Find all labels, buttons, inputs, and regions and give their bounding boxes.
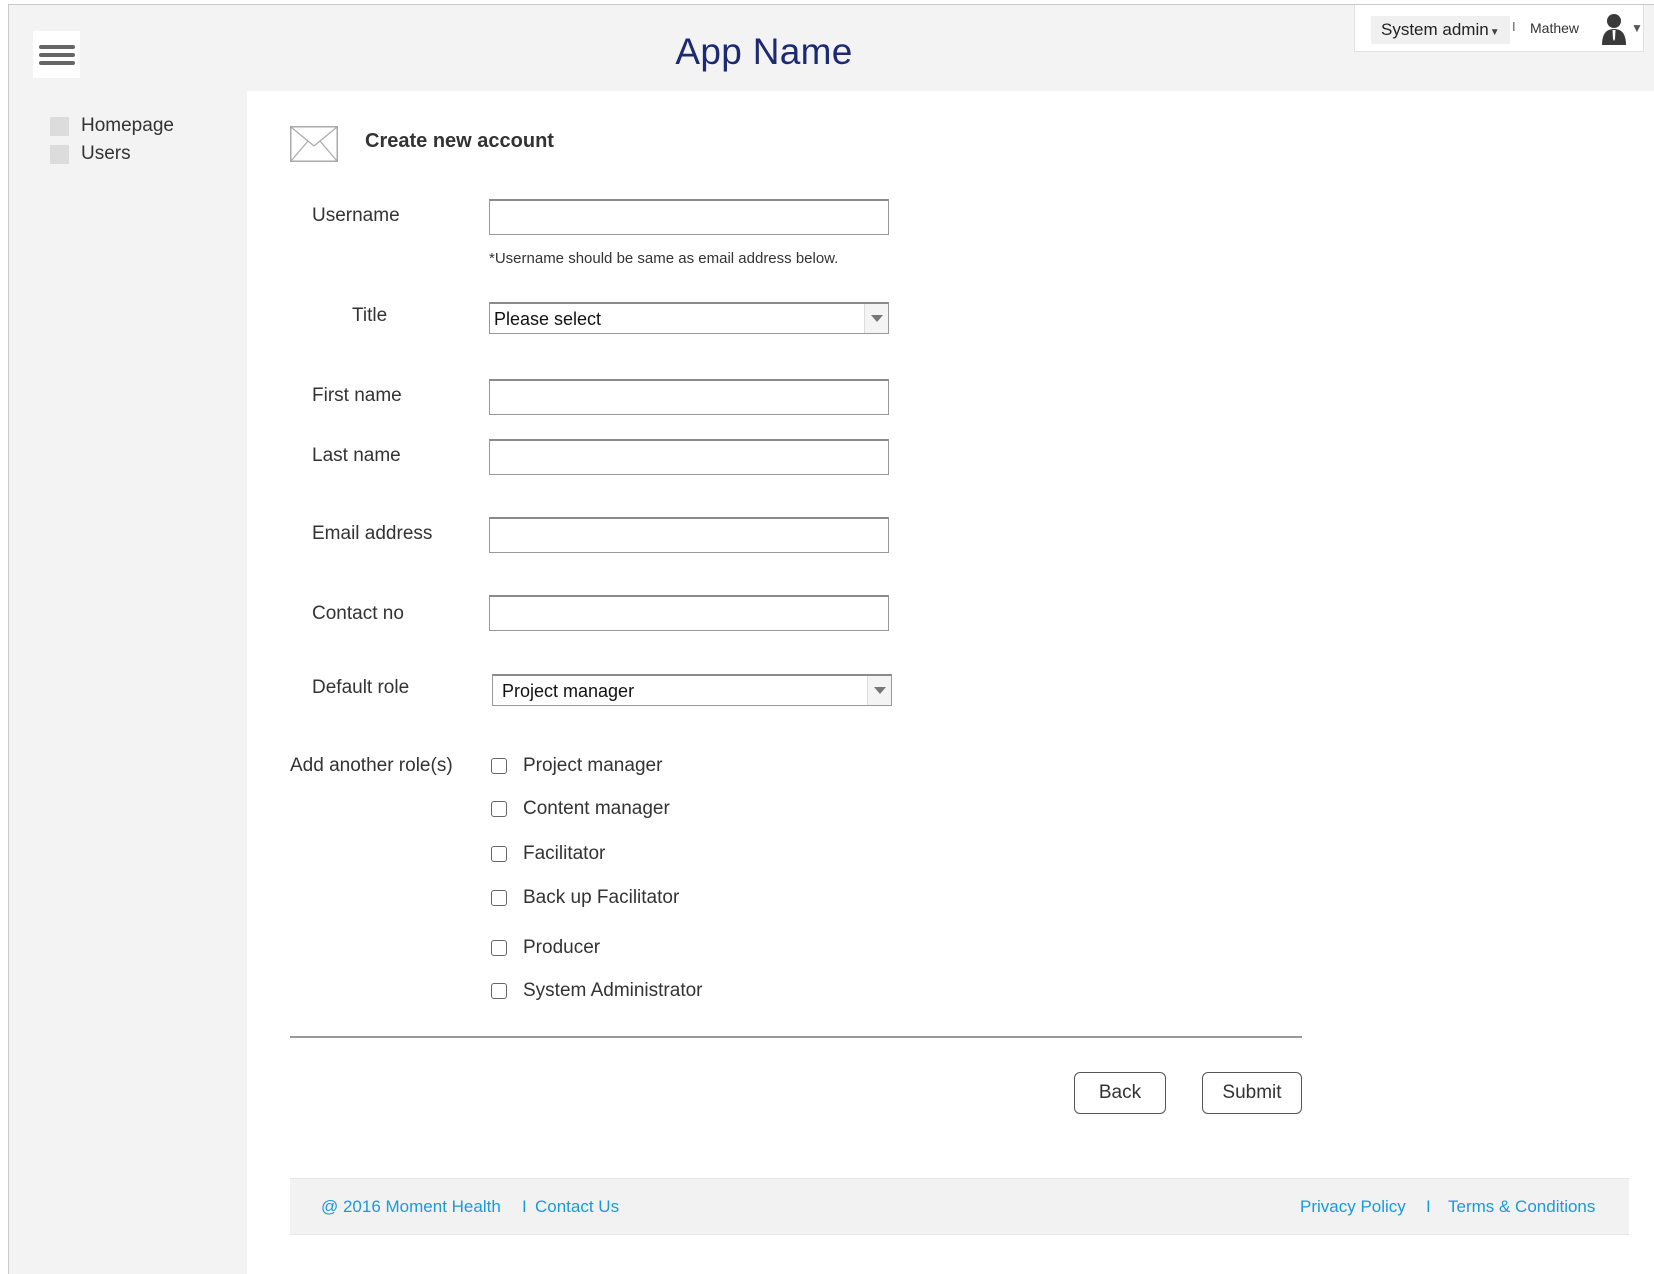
homepage-icon (50, 116, 69, 136)
chevron-down-icon: ▼ (1489, 27, 1500, 38)
sidebar-item-homepage[interactable]: Homepage (50, 115, 174, 137)
app-title: App Name (675, 31, 853, 72)
page-title: Create new account (365, 130, 554, 152)
sidebar-item-label: Users (81, 143, 131, 164)
checkbox-label: System Administrator (523, 980, 703, 1001)
sidebar-item-users[interactable]: Users (50, 143, 131, 165)
username-label: Username (312, 205, 400, 226)
title-label: Title (352, 305, 388, 326)
footer-copyright: @ 2016 Moment Health (321, 1197, 501, 1216)
checkbox[interactable] (491, 801, 507, 817)
checkbox[interactable] (491, 758, 507, 774)
terms-conditions-link[interactable]: Terms & Conditions (1448, 1197, 1595, 1217)
email-label: Email address (312, 523, 433, 544)
role-switch-dropdown[interactable]: System admin▼ (1371, 16, 1510, 44)
contact-input[interactable] (489, 595, 889, 631)
header-separator: I (1512, 19, 1516, 34)
role-checkbox-producer[interactable]: Producer (491, 937, 600, 959)
role-checkbox-backup-facilitator[interactable]: Back up Facilitator (491, 887, 679, 909)
chevron-down-icon (867, 676, 891, 705)
first-name-input[interactable] (489, 379, 889, 415)
checkbox-label: Facilitator (523, 843, 606, 864)
checkbox[interactable] (491, 846, 507, 862)
footer: @ 2016 Moment Health I Contact Us Privac… (290, 1178, 1629, 1235)
checkbox-label: Back up Facilitator (523, 887, 680, 908)
title-select-value: Please select (494, 309, 602, 329)
contact-label: Contact no (312, 603, 404, 624)
role-checkbox-project-manager[interactable]: Project manager (491, 755, 662, 777)
back-button[interactable]: Back (1074, 1072, 1166, 1114)
user-box: System admin▼ I Mathew ▼ (1354, 5, 1644, 52)
email-input[interactable] (489, 517, 889, 553)
users-icon (50, 144, 69, 164)
image-placeholder-icon (290, 126, 338, 162)
username-hint: *Username should be same as email addres… (489, 250, 839, 267)
default-role-label: Default role (312, 677, 410, 698)
contact-us-link[interactable]: Contact Us (535, 1197, 619, 1217)
checkbox[interactable] (491, 890, 507, 906)
sidebar: Homepage Users (9, 91, 247, 1274)
checkbox-label: Project manager (523, 755, 663, 776)
role-switch-label: System admin (1381, 20, 1489, 39)
role-checkbox-content-manager[interactable]: Content manager (491, 798, 670, 820)
role-checkbox-system-administrator[interactable]: System Administrator (491, 980, 703, 1002)
checkbox[interactable] (491, 983, 507, 999)
checkbox-label: Producer (523, 937, 601, 958)
user-name[interactable]: Mathew (1530, 20, 1579, 36)
user-menu-chevron-down-icon[interactable]: ▼ (1631, 21, 1643, 35)
user-avatar-icon[interactable] (1600, 13, 1628, 45)
hamburger-menu-icon[interactable] (33, 31, 80, 78)
checkbox[interactable] (491, 940, 507, 956)
submit-button[interactable]: Submit (1202, 1072, 1302, 1114)
main-content (247, 91, 1654, 1274)
username-input[interactable] (489, 199, 889, 235)
privacy-policy-link[interactable]: Privacy Policy (1300, 1197, 1406, 1217)
default-role-select[interactable]: Project manager (492, 674, 892, 706)
form-divider (290, 1036, 1302, 1038)
last-name-label: Last name (312, 445, 401, 466)
footer-separator: I (522, 1197, 527, 1216)
title-select[interactable]: Please select (489, 302, 889, 334)
role-checkbox-facilitator[interactable]: Facilitator (491, 843, 605, 865)
sidebar-item-label: Homepage (81, 115, 174, 136)
chevron-down-icon (864, 304, 888, 333)
default-role-value: Project manager (502, 681, 635, 701)
first-name-label: First name (312, 385, 402, 406)
last-name-input[interactable] (489, 439, 889, 475)
add-roles-label: Add another role(s) (290, 755, 453, 776)
checkbox-label: Content manager (523, 798, 670, 819)
footer-separator: I (1426, 1197, 1431, 1216)
